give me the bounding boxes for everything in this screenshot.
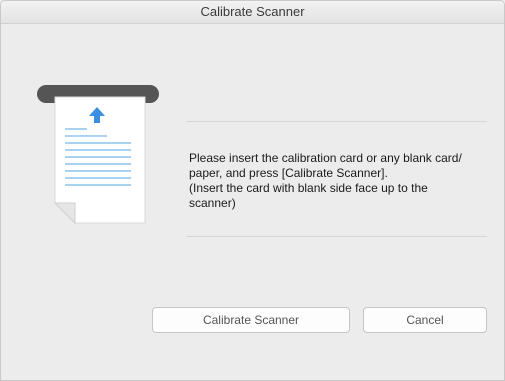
window-title: Calibrate Scanner <box>1 1 504 24</box>
calibrate-scanner-dialog: Calibrate Scanner Please insert the cali… <box>0 0 505 381</box>
message-line: scanner) <box>189 196 236 210</box>
message-line: (Insert the card with blank side face up… <box>189 181 428 195</box>
message-line: Please insert the calibration card or an… <box>189 151 462 165</box>
cancel-button[interactable]: Cancel <box>363 307 487 333</box>
instruction-message: Please insert the calibration card or an… <box>189 151 499 211</box>
calibrate-scanner-button[interactable]: Calibrate Scanner <box>152 307 350 333</box>
paper-feed-icon <box>35 85 161 230</box>
message-line: paper, and press [Calibrate Scanner]. <box>189 166 388 180</box>
divider-bottom <box>187 236 487 237</box>
divider-top <box>187 121 487 122</box>
